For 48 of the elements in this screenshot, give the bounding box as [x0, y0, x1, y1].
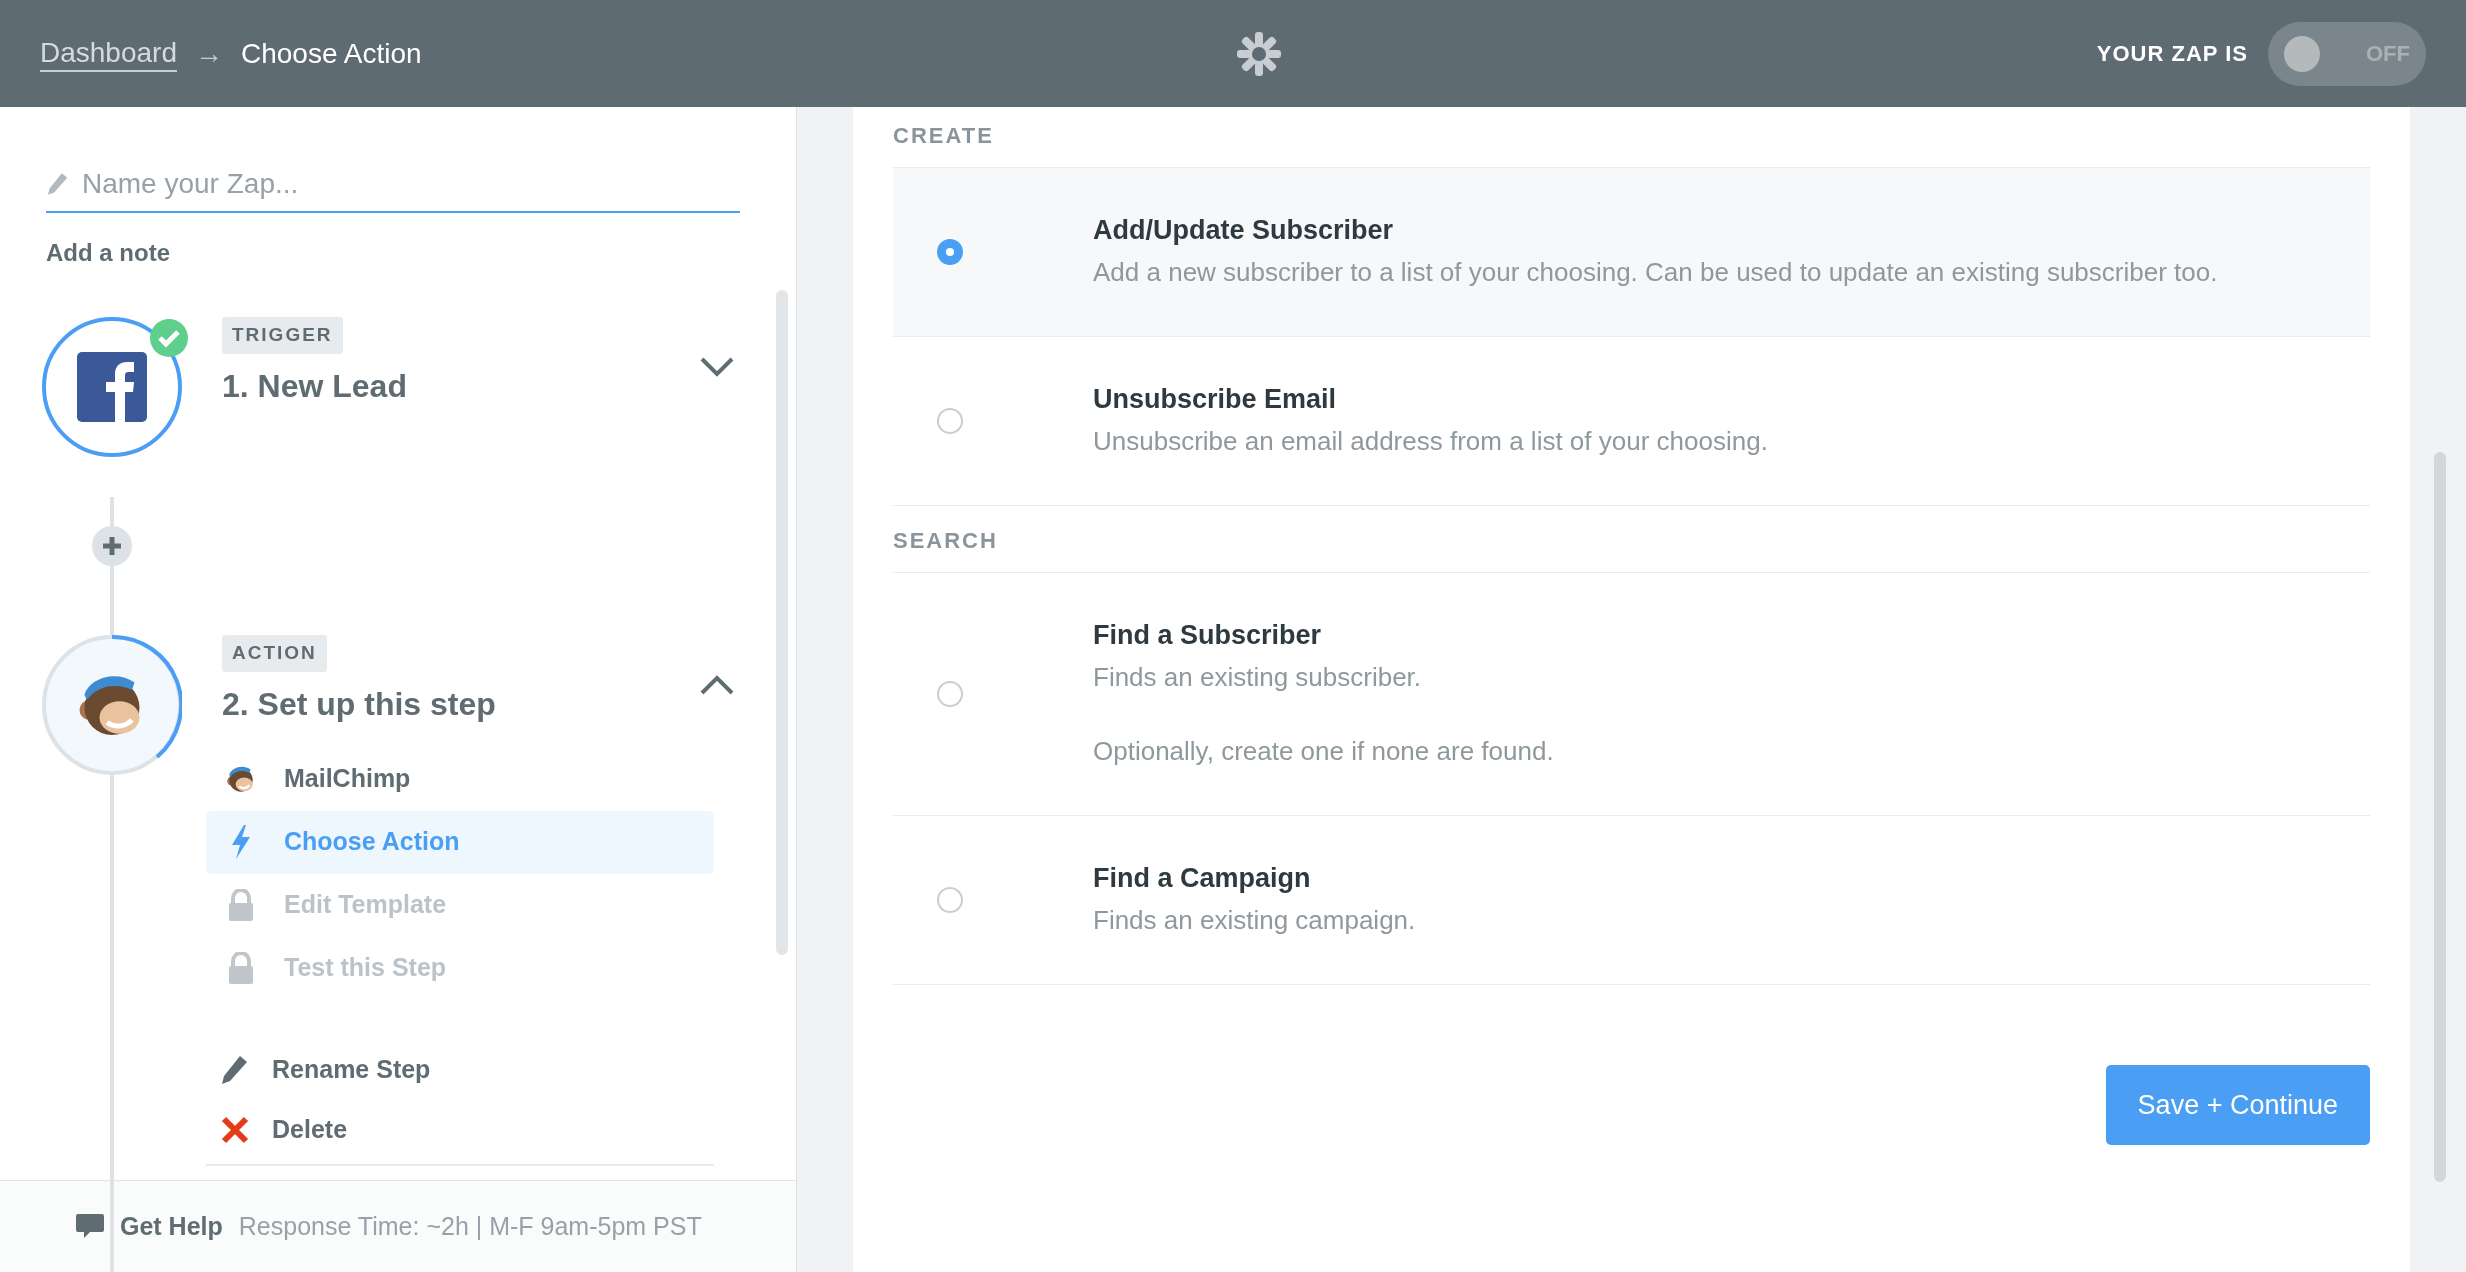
toggle-knob — [2284, 35, 2320, 72]
scrollbar-thumb[interactable] — [2434, 452, 2446, 1182]
logo-icon[interactable] — [1237, 31, 1282, 76]
facebook-logo-icon — [77, 352, 147, 422]
get-help-link[interactable]: Get Help — [120, 1207, 223, 1246]
step-menu-item[interactable]: MailChimp — [206, 747, 714, 811]
step-title[interactable]: 1. New Lead — [222, 361, 407, 410]
step-action-item[interactable]: Delete — [206, 1099, 714, 1160]
add-step-icon[interactable] — [92, 526, 132, 566]
scrollbar-thumb[interactable] — [776, 290, 788, 955]
step-action-item[interactable]: Rename Step — [206, 1039, 714, 1100]
pencil-icon — [48, 173, 68, 195]
response-time-text: Response Time: ~2h | M-F 9am-5pm PST — [238, 1210, 702, 1242]
zap-status-label: YOUR ZAP IS — [2096, 40, 2248, 68]
option-description: Unsubscribe an email address from a list of your choosing. — [1093, 425, 1769, 458]
option-description: Add a new subscriber to a list of your choosing. Can be used to update an existing subscriber too. — [1093, 256, 2219, 289]
option-description: Finds an existing subscriber. — [1093, 661, 1423, 694]
chevron-up-icon[interactable] — [700, 675, 734, 695]
option-description: Finds an existing campaign. — [1093, 904, 1417, 937]
action-option[interactable]: Add/Update Subscriber Add a new subscriber to a list of your choosing. Can be used to update an existing subscriber too. — [893, 168, 2370, 337]
section-heading: CREATE — [893, 121, 994, 150]
breadcrumb-link[interactable]: Dashboard — [40, 35, 177, 72]
chevron-down-icon[interactable] — [700, 357, 734, 377]
option-title: Unsubscribe Email — [1093, 383, 1338, 416]
section-heading: SEARCH — [893, 526, 998, 555]
add-note-link[interactable]: Add a note — [46, 239, 170, 266]
lock-icon — [228, 952, 254, 984]
radio-button[interactable] — [937, 239, 963, 265]
pencil-icon — [222, 1055, 248, 1084]
save-continue-button[interactable]: Save + Continue — [2105, 1065, 2370, 1145]
option-title: Add/Update Subscriber — [1093, 214, 1395, 247]
option-title: Find a Subscriber — [1093, 619, 1323, 652]
step-type-badge: ACTION — [222, 635, 327, 672]
lightning-bolt-icon — [230, 825, 252, 859]
option-note: Optionally, create one if none are found. — [1093, 735, 1555, 768]
radio-button[interactable] — [937, 681, 963, 707]
cross-icon — [221, 1115, 249, 1144]
option-title: Find a Campaign — [1093, 862, 1312, 895]
step-title[interactable]: 2. Set up this step — [222, 679, 496, 728]
zap-name-field[interactable]: Name your Zap... — [46, 163, 740, 213]
radio-button[interactable] — [937, 408, 963, 434]
breadcrumb-current: Choose Action — [241, 36, 422, 71]
arrow-icon: → — [195, 32, 223, 75]
radio-button[interactable] — [937, 887, 963, 913]
check-badge-icon — [150, 319, 188, 357]
step-type-badge: TRIGGER — [222, 317, 343, 354]
lock-icon — [228, 889, 254, 921]
chat-bubble-icon — [76, 1213, 104, 1240]
